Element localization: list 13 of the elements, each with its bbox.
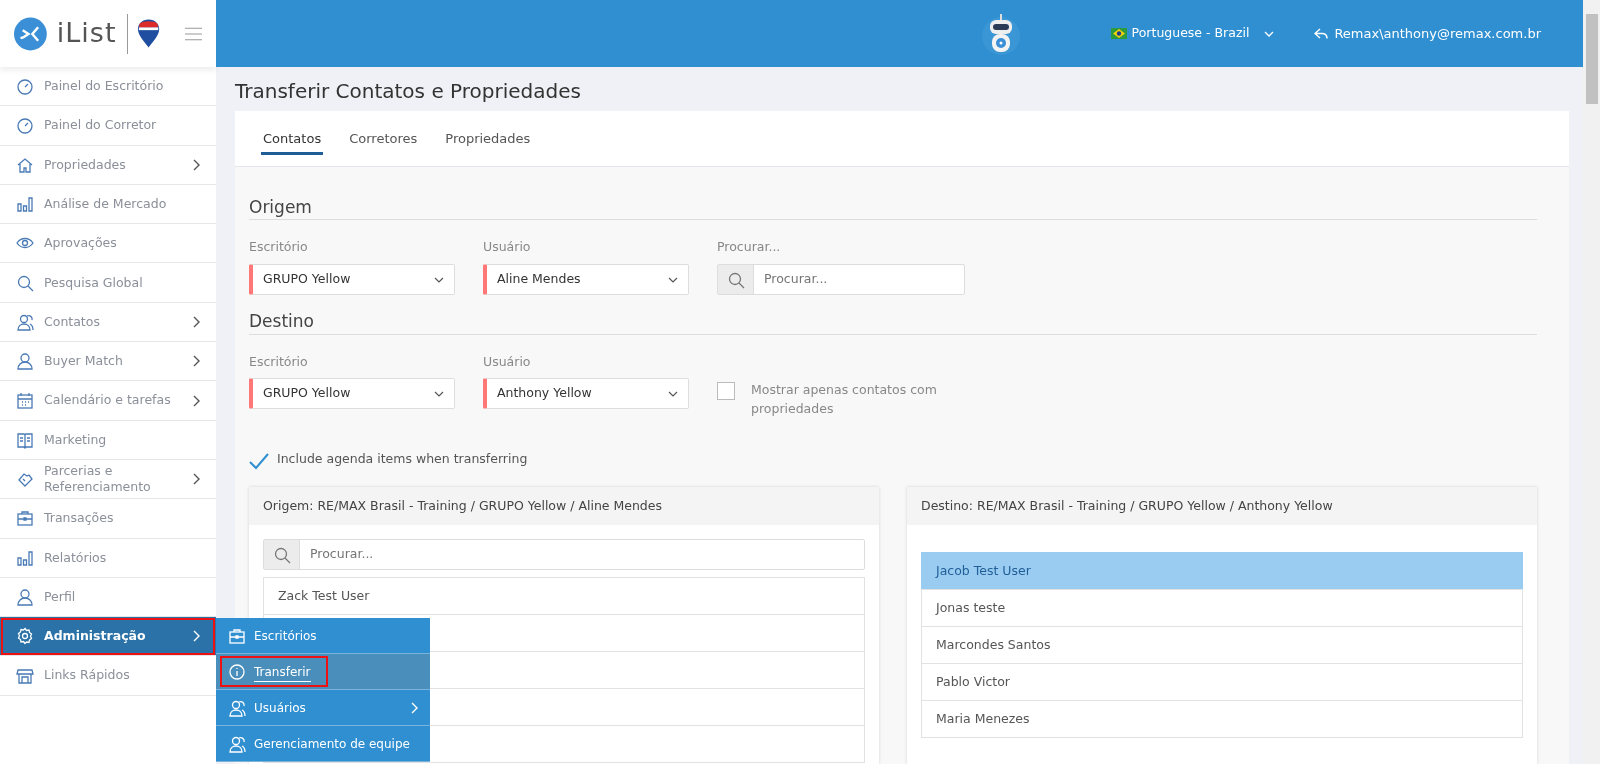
field-label: Procurar... (717, 238, 782, 257)
page-title: Transferir Contatos e Propriedades (235, 79, 582, 103)
logo-text: iList (56, 16, 117, 51)
checkbox-label: Include agenda items when transferring (277, 450, 528, 469)
panel-title: Origem: RE/MAX Brasil - Training / GRUPO Yellow / Aline Mendes (249, 487, 879, 526)
field-label: Escritório (249, 238, 309, 257)
section-heading: Destino (249, 311, 1537, 335)
field-label: Usuário (483, 238, 532, 257)
panel-title: Destino: RE/MAX Brasil - Training / GRUPO Yellow / Anthony Yellow (907, 487, 1537, 526)
field-label: Escritório (249, 352, 309, 371)
section-heading: Origem (249, 197, 1537, 221)
checkbox-label: Mostrar apenas contatos com propriedades (751, 380, 938, 418)
field-label: Usuário (483, 352, 532, 371)
